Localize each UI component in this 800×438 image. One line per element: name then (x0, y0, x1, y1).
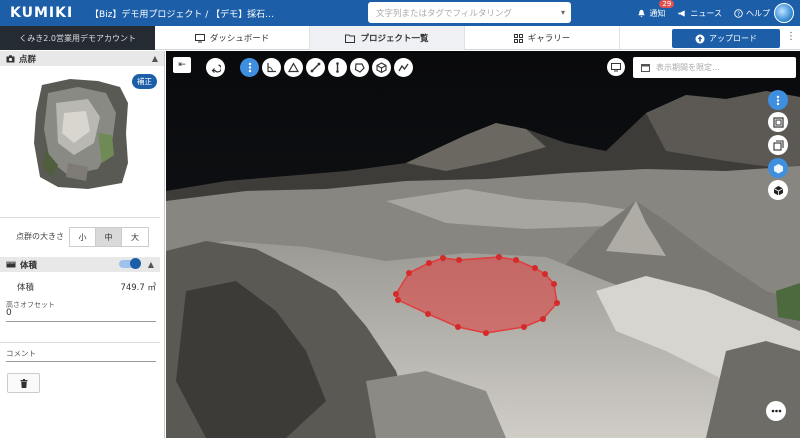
more-vertical-icon[interactable]: ⋮ (786, 31, 796, 42)
delete-button[interactable] (7, 373, 40, 393)
volume-label: 体積 (17, 283, 35, 293)
sidebar: 点群 ▲ 補正 点群の大きさ 小 中 大 体積 ▲ 体積 749.7 ㎥ 高さオ… (0, 51, 165, 438)
comment-input[interactable] (6, 361, 156, 362)
3d-model-button[interactable] (768, 180, 788, 200)
camera-icon (6, 54, 15, 62)
more-options-button[interactable] (766, 401, 786, 421)
app-logo[interactable]: KUMIKI (0, 5, 90, 21)
point-size-medium[interactable]: 中 (96, 228, 122, 246)
more-tools-button[interactable] (240, 58, 259, 77)
point-size-selector[interactable]: 小 中 大 (69, 227, 149, 247)
polygon-measure-button[interactable] (350, 58, 369, 77)
undo-button[interactable] (206, 58, 225, 77)
folder-icon (345, 34, 356, 43)
account-name[interactable]: くみき2.0営業用デモアカウント (0, 26, 155, 50)
ruler-icon (6, 261, 16, 268)
3d-viewer[interactable]: ⇤ 表示期間を限定... (166, 51, 800, 438)
volume-value: 749.7 ㎥ (120, 283, 156, 293)
period-placeholder: 表示期間を限定... (656, 63, 720, 72)
pointcloud-section-title: 点群 (19, 54, 37, 65)
height-measure-button[interactable] (328, 58, 347, 77)
dots-horizontal-icon (771, 409, 781, 413)
tab-gallery[interactable]: ギャラリー (465, 26, 620, 50)
notifications-count-badge: 29 (659, 0, 675, 8)
breadcrumb[interactable]: 【Biz】デモ用プロジェクト / 【デモ】採石… (90, 7, 358, 20)
megaphone-icon (678, 9, 686, 17)
point-size-label: 点群の大きさ (16, 232, 64, 241)
collapse-sidebar-button[interactable]: ⇤ (173, 57, 191, 73)
volume-section-title: 体積 (20, 260, 38, 271)
angle-measure-button[interactable] (262, 58, 281, 77)
dots-vertical-icon (776, 95, 780, 105)
measure-toolbar (240, 58, 413, 77)
divider (0, 217, 160, 218)
tab-dashboard-label: ダッシュボード (209, 34, 270, 44)
sub-bar: くみき2.0営業用デモアカウント ダッシュボード プロジェクト一覧 ギャラリー … (0, 26, 800, 50)
display-settings-button[interactable] (607, 58, 625, 76)
help-link[interactable]: ? ヘルプ (734, 8, 770, 19)
perspective-view-button[interactable] (768, 158, 788, 178)
trash-icon (20, 378, 27, 388)
chevron-up-icon[interactable]: ▲ (152, 54, 158, 63)
volume-measure-button[interactable] (372, 58, 391, 77)
chevron-up-icon[interactable]: ▲ (148, 260, 154, 269)
frame-icon (772, 116, 784, 128)
tab-gallery-label: ギャラリー (527, 34, 571, 44)
help-label: ヘルプ (746, 8, 770, 18)
tab-project-list-label: プロジェクト一覧 (360, 34, 429, 44)
return-icon (211, 64, 221, 73)
notifications-label: 通知 (649, 8, 666, 18)
layers-icon (772, 139, 784, 151)
period-filter-input[interactable]: 表示期間を限定... (633, 57, 796, 78)
angle-icon (267, 63, 276, 73)
bell-icon (638, 9, 646, 17)
pointcloud-section-header[interactable]: 点群 ▲ (0, 51, 164, 66)
news-label: ニュース (690, 8, 722, 18)
calendar-icon (641, 64, 650, 72)
terrain-scene[interactable] (166, 51, 800, 438)
point-size-small[interactable]: 小 (70, 228, 96, 246)
top-bar: KUMIKI 【Biz】デモ用プロジェクト / 【デモ】採石… 文字列またはタグ… (0, 0, 800, 26)
triangle-icon (288, 62, 299, 73)
divider (0, 342, 160, 343)
area-measure-button[interactable] (284, 58, 303, 77)
line-icon (310, 62, 321, 73)
polygon-icon (354, 63, 365, 73)
monitor-icon (194, 33, 205, 42)
viewer-toolbar (206, 58, 225, 77)
profile-icon (398, 63, 409, 72)
pointcloud-thumbnail[interactable] (28, 73, 132, 193)
upload-button[interactable]: アップロード (672, 29, 780, 48)
svg-text:?: ? (737, 11, 740, 17)
distance-measure-button[interactable] (306, 58, 325, 77)
profile-measure-button[interactable] (394, 58, 413, 77)
correction-badge: 補正 (132, 74, 157, 89)
volume-toggle[interactable] (119, 258, 141, 269)
upload-label: アップロード (709, 34, 757, 43)
tab-dashboard[interactable]: ダッシュボード (155, 26, 310, 50)
notifications-link[interactable]: 通知 29 (637, 0, 675, 19)
volume-section-header[interactable]: 体積 ▲ (0, 257, 160, 272)
user-avatar[interactable] (774, 3, 794, 23)
view-options-button[interactable] (768, 90, 788, 110)
chevron-down-icon[interactable]: ▾ (561, 8, 565, 17)
search-placeholder: 文字列またはタグでフィルタリング (376, 8, 512, 19)
tab-project-list[interactable]: プロジェクト一覧 (310, 26, 465, 50)
comment-label: コメント (6, 349, 36, 358)
search-input[interactable]: 文字列またはタグでフィルタリング ▾ (368, 2, 571, 23)
cube-icon (376, 62, 387, 73)
monitor-icon (611, 62, 621, 71)
solid-cube-icon (773, 185, 783, 195)
upload-icon (695, 34, 705, 43)
dots-vertical-icon (248, 62, 251, 73)
height-offset-input[interactable]: 0 (6, 308, 156, 322)
grid-icon (513, 33, 523, 43)
cube-icon (773, 163, 783, 173)
vertical-line-icon (336, 62, 339, 73)
frame-view-button[interactable] (768, 112, 788, 132)
news-link[interactable]: ニュース (677, 8, 722, 19)
help-icon: ? (734, 8, 743, 17)
layers-button[interactable] (768, 135, 788, 155)
point-size-large[interactable]: 大 (122, 228, 148, 246)
